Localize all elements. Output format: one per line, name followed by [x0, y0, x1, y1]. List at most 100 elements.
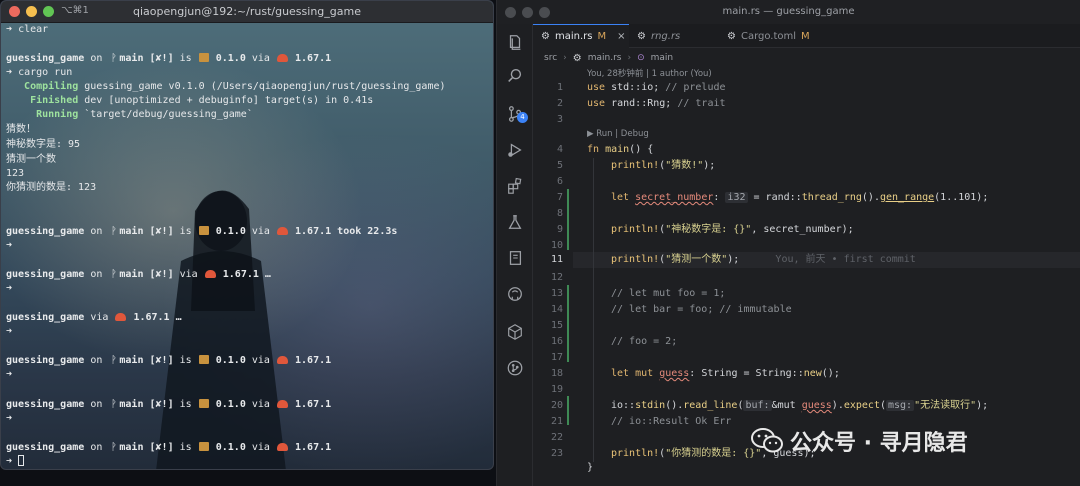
- code-line: // let mut foo = 1;: [611, 288, 726, 299]
- tab-cargo-toml[interactable]: ⚙ Cargo.toml M: [719, 24, 829, 48]
- terminal-arrow: ➜: [6, 413, 13, 424]
- chevron-right-icon: ›: [627, 53, 632, 63]
- terminal-line: 猜测一个数: [6, 154, 56, 165]
- terminal-titlebar: ⌥⌘1 qiaopengjun@192:~/rust/guessing_game: [1, 1, 493, 23]
- terminal-output[interactable]: ➜ clear guessing_game on ᚹ main [✘!] is 0…: [6, 23, 489, 469]
- rust-file-icon: ⚙: [541, 31, 550, 42]
- vscode-window[interactable]: main.rs — guessing_game 4 ⚙ main.rs M × …: [496, 0, 1080, 486]
- search-button[interactable]: [497, 62, 533, 90]
- line-number: 5: [556, 160, 563, 171]
- terminal-prompt: guessing_game via 1.67.1 …: [6, 312, 182, 323]
- cube-icon: [508, 324, 522, 340]
- line-number: 22: [550, 432, 563, 443]
- wechat-icon: [751, 428, 783, 453]
- run-debug-icon: [508, 143, 522, 157]
- terminal-line: 猜数！: [6, 124, 36, 135]
- rust-crab-icon: [115, 313, 127, 321]
- terminal-arrow: ➜: [6, 326, 13, 337]
- terminal-cursor: [18, 455, 25, 466]
- extensions-icon: [508, 177, 522, 194]
- code-line: use std::io; // prelude: [587, 82, 726, 93]
- terminal-prompt: guessing_game on ᚹ main [✘!] is 0.1.0 via…: [6, 442, 332, 453]
- notebook-icon: [509, 251, 522, 265]
- changes-badge: 4: [517, 112, 528, 123]
- terminal-prompt: guessing_game on ᚹ main [✘!] is 0.1.0 via…: [6, 53, 332, 64]
- rust-crab-icon: [204, 270, 216, 278]
- breadcrumb: src › ⚙ main.rs › ⊙ main: [533, 50, 1080, 66]
- breadcrumb-item[interactable]: main.rs: [588, 53, 622, 63]
- flask-icon: [508, 215, 522, 229]
- explorer-button[interactable]: [497, 28, 533, 56]
- line-number: 12: [550, 272, 563, 283]
- line-number: 8: [556, 208, 563, 219]
- watermark-text: 公众号 · 寻月隐君: [790, 431, 968, 456]
- code-line: // io::Result Ok Err: [611, 416, 732, 427]
- terminal-arrow: ➜: [6, 369, 13, 380]
- tab-main-rs[interactable]: ⚙ main.rs M ×: [533, 24, 629, 48]
- param-hint: msg:: [886, 400, 915, 411]
- line-number: 21: [550, 416, 563, 427]
- git-graph-icon: [507, 360, 523, 376]
- wechat-watermark: 公众号 · 寻月隐君: [750, 424, 968, 458]
- line-number: 19: [550, 384, 563, 395]
- git-branch-icon: ᚹ: [110, 53, 117, 64]
- code-editor[interactable]: You, 28秒钟前 | 1 author (You) 1 2 3 4 5 6 …: [533, 66, 1080, 486]
- line-number: 6: [556, 176, 563, 187]
- terminal-line: 123: [6, 168, 25, 179]
- line-number: 16: [550, 336, 563, 347]
- rust-file-icon: ⚙: [637, 30, 646, 42]
- line-number: 1: [556, 82, 563, 93]
- code-line-current: println!("猜测一个数"); You, 前天 • first commi…: [611, 254, 916, 265]
- terminal-window[interactable]: ⌥⌘1 qiaopengjun@192:~/rust/guessing_game…: [0, 0, 494, 470]
- terminal-arrow: ➜: [6, 240, 13, 251]
- git-branch-icon: ᚹ: [110, 269, 117, 280]
- terminal-prompt: guessing_game on ᚹ main [✘!] is 0.1.0 via…: [6, 399, 332, 410]
- containers-button[interactable]: [497, 318, 533, 346]
- line-number: 13: [550, 288, 563, 299]
- git-branch-icon: ᚹ: [110, 399, 117, 410]
- code-line: // foo = 2;: [611, 336, 678, 347]
- git-added-bar: [567, 285, 569, 362]
- package-icon: [198, 53, 209, 62]
- rust-file-icon: ⚙: [572, 52, 582, 64]
- testing-button[interactable]: [497, 208, 533, 236]
- git-graph-button[interactable]: [497, 354, 533, 382]
- code-line: println!("神秘数字是: {}", secret_number);: [611, 224, 854, 235]
- run-debug-codelens[interactable]: ▶ Run | Debug: [587, 126, 649, 142]
- extensions-button[interactable]: [497, 172, 533, 200]
- code-line: fn main() {: [587, 144, 654, 155]
- git-branch-icon: ᚹ: [110, 442, 117, 453]
- line-number: 15: [550, 320, 563, 331]
- code-line: let mut guess: String = String::new();: [611, 368, 840, 379]
- terminal-line: Finished dev [unoptimized + debuginfo] t…: [6, 95, 374, 106]
- rust-crab-icon: [276, 227, 288, 235]
- terminal-prompt: guessing_game on ᚹ main [✘!] via 1.67.1 …: [6, 269, 271, 280]
- settings-file-icon: ⚙: [727, 30, 736, 42]
- vscode-titlebar: main.rs — guessing_game: [497, 0, 1080, 24]
- line-number: 14: [550, 304, 563, 315]
- line-number: 4: [556, 144, 563, 155]
- line-number: 18: [550, 368, 563, 379]
- line-number: 3: [556, 114, 563, 125]
- close-tab-icon[interactable]: ×: [617, 31, 625, 42]
- terminal-line: 神秘数字是: 95: [6, 139, 81, 150]
- code-line: // let bar = foo; // immutable: [611, 304, 792, 315]
- search-icon: [508, 69, 522, 82]
- breadcrumb-item[interactable]: main: [651, 53, 674, 63]
- tab-rng-rs[interactable]: ⚙ rng.rs: [629, 24, 719, 48]
- code-line: use rand::Rng; // trait: [587, 98, 726, 109]
- source-control-button[interactable]: 4: [497, 100, 533, 128]
- terminal-line: Running `target/debug/guessing_game`: [6, 109, 253, 120]
- terminal-input-line[interactable]: ➜: [6, 455, 25, 469]
- github-button[interactable]: [497, 280, 533, 308]
- line-number: 2: [556, 98, 563, 109]
- breadcrumb-item[interactable]: src: [544, 53, 557, 63]
- notes-button[interactable]: [497, 244, 533, 272]
- package-icon: [198, 355, 209, 364]
- terminal-line: ➜ clear: [6, 24, 49, 35]
- run-debug-button[interactable]: [497, 136, 533, 164]
- github-icon: [508, 287, 522, 301]
- indent-guide: [593, 158, 594, 462]
- terminal-arrow: ➜: [6, 283, 13, 294]
- activity-bar: 4: [497, 24, 533, 486]
